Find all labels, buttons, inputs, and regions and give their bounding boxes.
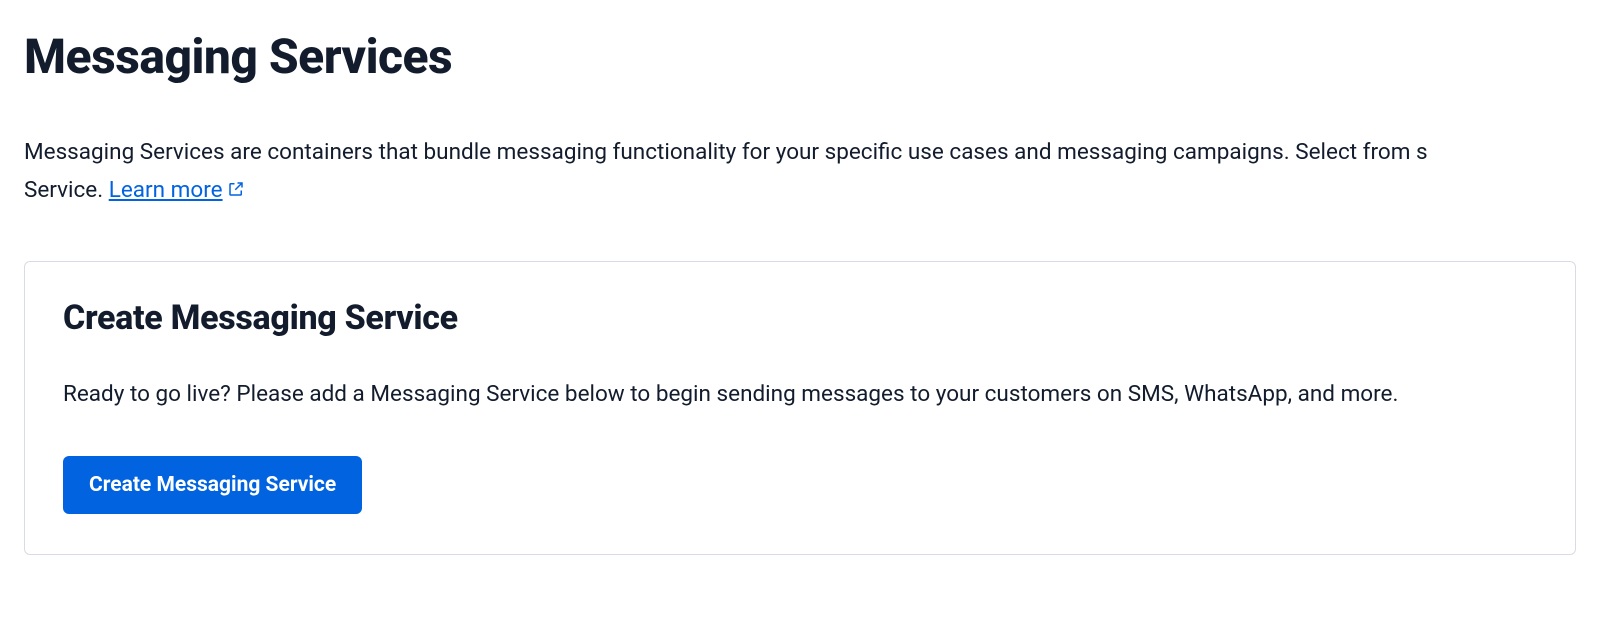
create-service-card: Create Messaging Service Ready to go liv… (24, 261, 1576, 555)
create-messaging-service-button[interactable]: Create Messaging Service (63, 456, 362, 514)
card-title: Create Messaging Service (63, 298, 1537, 338)
description-text-line2: Service. (24, 177, 109, 203)
learn-more-link[interactable]: Learn more (109, 177, 223, 203)
learn-more-label: Learn more (109, 177, 223, 203)
card-description: Ready to go live? Please add a Messaging… (63, 376, 1537, 412)
page-description: Messaging Services are containers that b… (24, 133, 1576, 211)
page-title: Messaging Services (24, 28, 1576, 85)
external-link-icon (227, 172, 245, 210)
description-text-line1: Messaging Services are containers that b… (24, 139, 1428, 165)
